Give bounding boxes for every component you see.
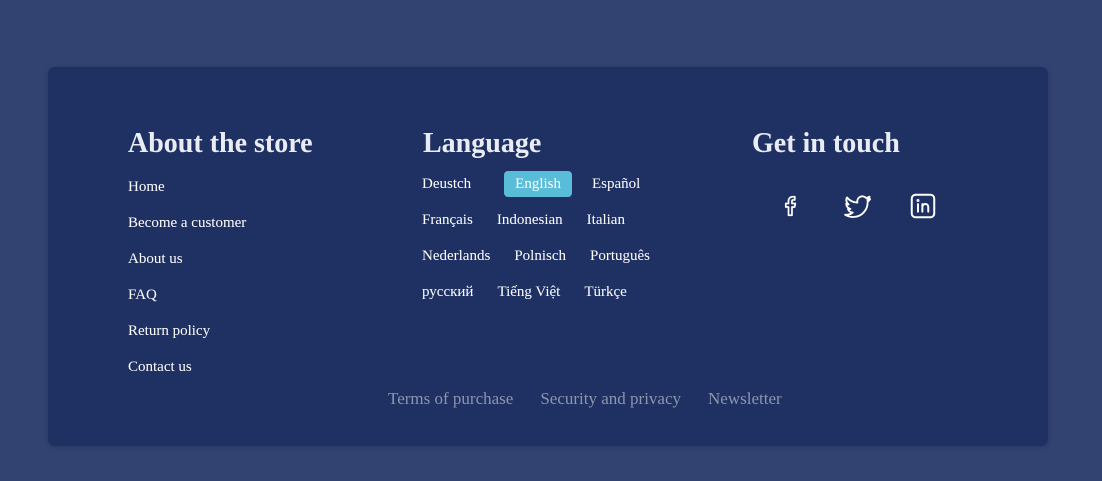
about-link-become-customer[interactable]: Become a customer	[128, 211, 246, 247]
language-option-polnisch[interactable]: Polnisch	[514, 243, 566, 269]
newsletter-link[interactable]: Newsletter	[708, 389, 782, 409]
facebook-icon[interactable]	[772, 187, 810, 225]
about-link-faq[interactable]: FAQ	[128, 283, 246, 319]
social-links	[772, 187, 970, 225]
contact-title: Get in touch	[752, 128, 900, 159]
twitter-icon[interactable]	[838, 187, 876, 225]
about-link-return-policy[interactable]: Return policy	[128, 319, 246, 355]
linkedin-icon[interactable]	[904, 187, 942, 225]
footer-bottom-links: Terms of purchase Security and privacy N…	[388, 389, 809, 409]
about-title: About the store	[128, 128, 313, 159]
language-option-nederlands[interactable]: Nederlands	[422, 243, 490, 269]
language-row: Deustch English Español	[422, 171, 722, 207]
language-option-deustch[interactable]: Deustch	[422, 171, 471, 197]
footer-card: About the store Home Become a customer A…	[48, 67, 1048, 446]
language-option-english-selected[interactable]: English	[504, 171, 572, 197]
security-privacy-link[interactable]: Security and privacy	[540, 389, 681, 409]
about-link-home[interactable]: Home	[128, 175, 246, 211]
language-title: Language	[423, 128, 542, 159]
about-link-about-us[interactable]: About us	[128, 247, 246, 283]
language-option-portugues[interactable]: Português	[590, 243, 650, 269]
language-option-italian[interactable]: Italian	[587, 207, 625, 233]
language-row: Français Indonesian Italian	[422, 207, 722, 243]
language-option-francais[interactable]: Français	[422, 207, 473, 233]
language-row: Nederlands Polnisch Português	[422, 243, 722, 279]
language-row: русский Tiếng Việt Türkçe	[422, 279, 722, 315]
language-option-turkish[interactable]: Türkçe	[584, 279, 626, 305]
language-option-russian[interactable]: русский	[422, 279, 473, 305]
about-links: Home Become a customer About us FAQ Retu…	[128, 175, 246, 391]
language-option-espanol[interactable]: Español	[592, 171, 640, 197]
terms-of-purchase-link[interactable]: Terms of purchase	[388, 389, 513, 409]
language-option-indonesian[interactable]: Indonesian	[497, 207, 563, 233]
about-link-contact-us[interactable]: Contact us	[128, 355, 246, 391]
language-grid: Deustch English Español Français Indones…	[422, 171, 722, 315]
language-option-vietnamese[interactable]: Tiếng Việt	[497, 279, 560, 305]
